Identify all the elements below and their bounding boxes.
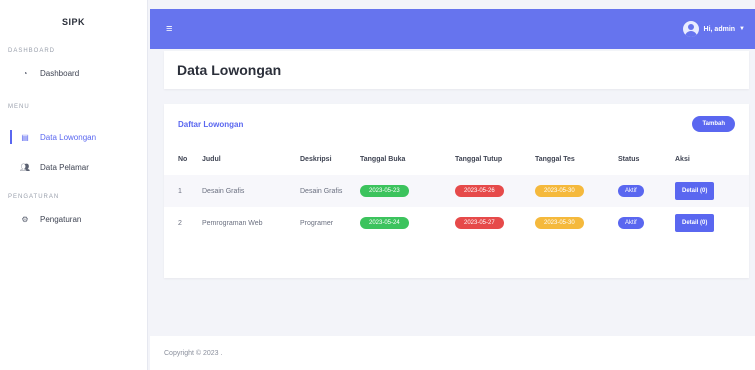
status-badge: Aktif [618, 185, 644, 197]
sidebar-section-pengaturan: PENGATURAN [8, 194, 60, 200]
detail-button[interactable]: Detail (0) [675, 182, 715, 200]
column-header: Aksi [675, 156, 690, 163]
sidebar: SIPK DASHBOARD ◔ Dashboard MENU ▤ Data L… [0, 0, 148, 370]
topbar: ≡ Hi, admin ▼ [150, 9, 755, 49]
column-header: Status [618, 156, 640, 163]
card-title: Daftar Lowongan [178, 119, 244, 129]
lowongan-card: Daftar Lowongan Tambah No Judul Deskrips… [164, 104, 749, 278]
brand-logo[interactable]: SIPK [0, 0, 147, 44]
table-icon: ▤ [21, 132, 29, 142]
sidebar-item-dashboard[interactable]: ◔ Dashboard [0, 60, 147, 86]
users-icon: 👥︎ [19, 162, 31, 172]
copyright-text: Copyright © 2023 . [164, 349, 223, 357]
cell-deskripsi: Desain Grafis [300, 187, 343, 195]
cell-tanggal-buka: 2023-05-23 [360, 175, 455, 207]
page-title: Data Lowongan [177, 62, 282, 78]
column-header: Deskripsi [300, 156, 332, 163]
column-header: No [178, 156, 188, 163]
cell-tanggal-tes: 2023-05-30 [535, 175, 618, 207]
cell-tanggal-buka: 2023-05-24 [360, 207, 455, 239]
status-badge: Aktif [618, 217, 644, 229]
hamburger-icon[interactable]: ≡ [166, 23, 172, 35]
cell-tanggal-tutup: 2023-05-27 [455, 207, 535, 239]
table-row: 1 Desain Grafis Desain Grafis 2023-05-23… [164, 175, 749, 207]
cell-judul: Desain Grafis [202, 187, 245, 195]
sidebar-item-label: Data Lowongan [40, 132, 97, 142]
column-header: Tanggal Buka [360, 156, 406, 163]
cell-tanggal-tes: 2023-05-30 [535, 207, 618, 239]
sidebar-section-menu: MENU [8, 104, 30, 110]
sidebar-item-data-lowongan[interactable]: ▤ Data Lowongan [0, 124, 147, 150]
add-button[interactable]: Tambah [692, 116, 735, 132]
cell-no: 1 [178, 187, 182, 195]
cell-tanggal-tutup: 2023-05-26 [455, 175, 535, 207]
cell-aksi: Detail (0) [675, 175, 749, 207]
lowongan-table: No Judul Deskripsi Tanggal Buka Tanggal … [164, 144, 749, 239]
avatar [682, 21, 699, 37]
detail-button[interactable]: Detail (0) [675, 214, 715, 232]
sidebar-item-label: Pengaturan [40, 214, 82, 224]
date-badge: 2023-05-30 [535, 185, 584, 197]
column-header: Tanggal Tes [535, 156, 575, 163]
cell-judul: Pemrograman Web [202, 219, 263, 227]
date-badge: 2023-05-26 [455, 185, 504, 197]
date-badge: 2023-05-27 [455, 217, 504, 229]
footer: Copyright © 2023 . [150, 336, 755, 370]
chevron-down-icon: ▼ [739, 26, 745, 32]
date-badge: 2023-05-30 [535, 217, 584, 229]
sidebar-item-label: Dashboard [40, 68, 80, 78]
gear-icon: ⚙ [21, 214, 29, 224]
date-badge: 2023-05-23 [360, 185, 409, 197]
page-header: Data Lowongan [164, 51, 749, 89]
cell-no: 2 [178, 219, 182, 227]
sidebar-item-label: Data Pelamar [40, 162, 89, 172]
cell-aksi: Detail (0) [675, 207, 749, 239]
cell-status: Aktif [618, 175, 675, 207]
date-badge: 2023-05-24 [360, 217, 409, 229]
sidebar-item-pengaturan[interactable]: ⚙ Pengaturan [0, 206, 147, 232]
table-header-row: No Judul Deskripsi Tanggal Buka Tanggal … [164, 144, 749, 175]
column-header: Judul [202, 156, 221, 163]
sidebar-item-data-pelamar[interactable]: 👥︎ Data Pelamar [0, 154, 147, 180]
card-header: Daftar Lowongan Tambah [164, 104, 749, 144]
dashboard-icon: ◔ [22, 68, 28, 78]
user-greeting: Hi, admin [703, 25, 736, 33]
table-row: 2 Pemrograman Web Programer 2023-05-24 2… [164, 207, 749, 239]
cell-status: Aktif [618, 207, 675, 239]
column-header: Tanggal Tutup [455, 156, 503, 163]
sidebar-section-dashboard: DASHBOARD [8, 48, 56, 54]
user-menu[interactable]: Hi, admin ▼ [682, 21, 745, 37]
cell-deskripsi: Programer [300, 219, 334, 227]
